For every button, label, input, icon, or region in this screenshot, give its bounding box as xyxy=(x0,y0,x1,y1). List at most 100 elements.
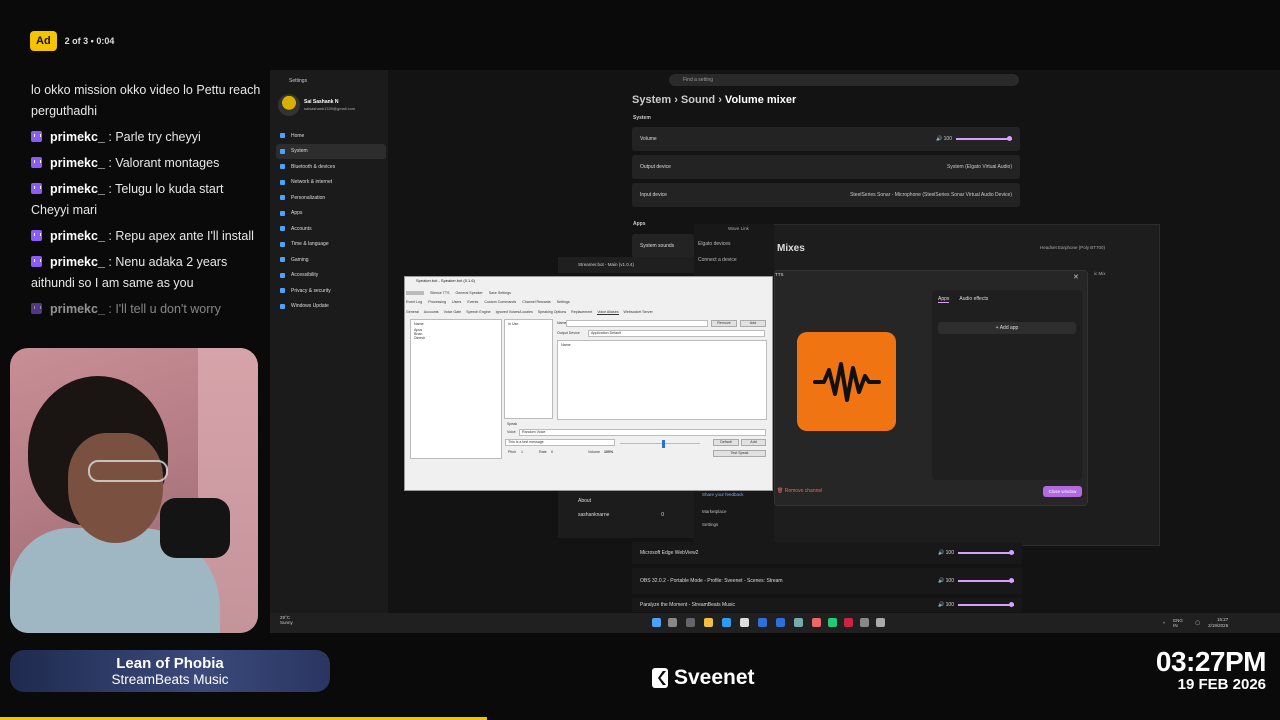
tab-voice-gate[interactable]: Voice Gate xyxy=(444,310,462,315)
tab-speaking-options[interactable]: Speaking Options xyxy=(538,310,566,315)
nav-update[interactable]: Windows Update xyxy=(276,299,386,315)
feedback-link[interactable]: Share your feedback xyxy=(698,491,748,505)
add-voice-button[interactable]: Add xyxy=(741,439,766,446)
output-device-select[interactable]: System (Elgato Virtual Audio) xyxy=(947,164,1012,170)
tab-events[interactable]: Events xyxy=(467,300,478,304)
voice-select[interactable]: Random Voice xyxy=(519,429,766,436)
marketplace[interactable]: Marketplace xyxy=(698,505,748,518)
tab-accounts[interactable]: Accounts xyxy=(424,310,439,315)
tab-speech-engine[interactable]: Speech Engine xyxy=(466,310,490,315)
input-device-row[interactable]: Input device SteelSeries Sonar - Microph… xyxy=(632,183,1020,207)
tray-clock[interactable]: 15:27 2/19/2026 xyxy=(1208,617,1228,629)
test-speak-button[interactable]: Test Speak xyxy=(713,450,766,457)
nav-personalization[interactable]: Personalization xyxy=(276,190,386,206)
voice-list[interactable]: Name Apus Brian Dinesh xyxy=(410,319,502,459)
tab-settings[interactable]: Settings xyxy=(557,300,570,304)
nav-time[interactable]: Time & language xyxy=(276,237,386,253)
nav-network[interactable]: Network & internet xyxy=(276,175,386,191)
tray-lang[interactable]: ENG IN xyxy=(1173,618,1187,628)
default-button[interactable]: Default xyxy=(713,439,739,446)
pitch-value[interactable]: 1 xyxy=(521,450,523,454)
wifi-icon[interactable]: ◯ xyxy=(1195,620,1200,626)
nav-accounts[interactable]: Accounts xyxy=(276,221,386,237)
tab-apps[interactable]: Apps xyxy=(938,296,950,303)
crumb-system[interactable]: System xyxy=(632,94,671,106)
volume-thumb[interactable] xyxy=(662,440,665,448)
streamerbot-about[interactable]: About xyxy=(558,494,694,508)
nav-gaming[interactable]: Gaming xyxy=(276,252,386,268)
gear-icon[interactable] xyxy=(860,618,869,627)
tab-replacement[interactable]: Replacement xyxy=(571,310,592,315)
connect-device[interactable]: Connect a device xyxy=(698,257,737,263)
chevron-up-icon[interactable]: ^ xyxy=(1163,621,1165,626)
remove-button[interactable]: Remove xyxy=(711,320,737,327)
output-device-row[interactable]: Output device System (Elgato Virtual Aud… xyxy=(632,155,1020,179)
tab-ignored-voices[interactable]: Ignored Voices/Locales xyxy=(496,310,533,315)
wavelink-settings[interactable]: Settings xyxy=(698,518,748,531)
account-name: Sai Sashank N xyxy=(304,99,339,105)
search-icon[interactable] xyxy=(668,618,677,627)
app-icon[interactable] xyxy=(876,618,885,627)
tab-custom-commands[interactable]: Custom Commands xyxy=(484,300,516,304)
remove-channel-button[interactable]: 🗑 Remove channel xyxy=(777,488,822,494)
headset-select[interactable]: Headset Earphone (Poly BT700) xyxy=(1040,245,1105,250)
tab-voice-aliases[interactable]: Voice Aliases xyxy=(597,310,619,315)
trash-icon: 🗑 xyxy=(777,488,785,494)
app-icon[interactable] xyxy=(844,618,853,627)
volume-slider[interactable] xyxy=(956,135,1012,141)
menu-icon[interactable] xyxy=(406,291,424,295)
output-device-select[interactable]: Application Default xyxy=(588,330,765,337)
tab-general[interactable]: General xyxy=(406,310,419,315)
tab-audio-effects[interactable]: Audio effects xyxy=(959,296,988,303)
input-device-select[interactable]: SteelSeries Sonar - Microphone (SteelSer… xyxy=(850,192,1012,198)
accessibility-icon xyxy=(280,272,285,278)
list-item[interactable]: Dinesh xyxy=(411,336,501,340)
crumb-sound[interactable]: Sound xyxy=(681,94,715,106)
app-icon[interactable] xyxy=(758,618,767,627)
volume-track[interactable] xyxy=(620,443,700,444)
app-icon[interactable] xyxy=(828,618,837,627)
taskview-icon[interactable] xyxy=(686,618,695,627)
app-volume-slider[interactable] xyxy=(958,577,1014,583)
close-icon[interactable]: ✕ xyxy=(1073,273,1079,281)
menu-save[interactable]: Save Settings xyxy=(489,291,511,295)
in-use-list[interactable]: In Use xyxy=(504,319,553,419)
chrome-icon[interactable] xyxy=(740,618,749,627)
menu-general-speaker[interactable]: General Speaker xyxy=(456,291,483,295)
tab-processing[interactable]: Processing xyxy=(428,300,446,304)
tab-channel-rewards[interactable]: Channel Rewards xyxy=(522,300,551,304)
message-input[interactable]: This is a test message xyxy=(505,439,615,446)
close-window-button[interactable]: Close window xyxy=(1043,486,1082,497)
update-icon xyxy=(280,303,285,309)
tab-websocket[interactable]: Websocket Server xyxy=(624,310,653,315)
nav-privacy[interactable]: Privacy & security xyxy=(276,283,386,299)
rate-value[interactable]: 0 xyxy=(551,450,553,454)
nav-system[interactable]: System xyxy=(276,143,386,159)
edge-icon[interactable] xyxy=(722,618,731,627)
folder-icon[interactable] xyxy=(704,618,713,627)
nav-bluetooth[interactable]: Bluetooth & devices xyxy=(276,159,386,175)
app-volume-slider[interactable] xyxy=(958,601,1014,607)
start-icon[interactable] xyxy=(652,618,661,627)
settings-search-input[interactable]: Find a setting xyxy=(669,74,1019,86)
app-icon[interactable] xyxy=(812,618,821,627)
alias-table[interactable]: Name xyxy=(557,340,767,420)
tab-users[interactable]: Users xyxy=(452,300,461,304)
add-button[interactable]: Add xyxy=(740,320,766,327)
app-volume-slider[interactable] xyxy=(958,549,1014,555)
alias-name-input[interactable] xyxy=(566,320,708,327)
streamerbot-user: sashanknarne xyxy=(578,512,610,518)
streamerbot-user-count: 0 xyxy=(661,512,664,518)
webcam-glasses xyxy=(88,460,168,482)
menu-silence[interactable]: Silence TTS xyxy=(430,291,450,295)
elgato-devices[interactable]: Elgato devices xyxy=(698,241,737,247)
nav-home[interactable]: Home xyxy=(276,128,386,144)
app-icon[interactable] xyxy=(794,618,803,627)
speak-label: Speak xyxy=(507,422,518,426)
add-app-button[interactable]: + Add app xyxy=(938,322,1076,334)
nav-accessibility[interactable]: Accessibility xyxy=(276,268,386,284)
app-icon[interactable] xyxy=(776,618,785,627)
weather-widget[interactable]: 29°C Sunny xyxy=(280,615,293,625)
tab-event-log[interactable]: Event Log xyxy=(406,300,422,304)
nav-apps[interactable]: Apps xyxy=(276,206,386,222)
